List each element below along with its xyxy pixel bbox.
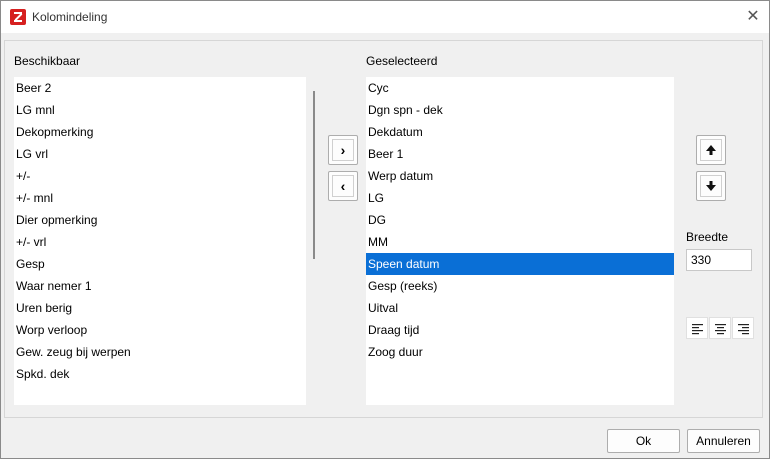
list-item[interactable]: Zoog duur <box>366 341 674 363</box>
list-item[interactable]: Uitval <box>366 297 674 319</box>
list-item-selected[interactable]: Speen datum <box>366 253 674 275</box>
width-input[interactable]: 330 <box>686 249 752 271</box>
list-item[interactable]: Werp datum <box>366 165 674 187</box>
align-right-button[interactable] <box>732 317 754 339</box>
align-center-icon <box>715 324 726 335</box>
cancel-button[interactable]: Annuleren <box>687 429 760 453</box>
arrow-down-icon <box>700 175 722 197</box>
list-item[interactable]: Uren berig <box>14 297 306 319</box>
list-item[interactable]: Waar nemer 1 <box>14 275 306 297</box>
available-label: Beschikbaar <box>14 54 81 68</box>
close-icon[interactable]: ✕ <box>739 5 767 29</box>
dialog-title: Kolomindeling <box>32 10 108 24</box>
list-item[interactable]: Gesp <box>14 253 306 275</box>
list-item[interactable]: Gew. zeug bij werpen <box>14 341 306 363</box>
list-item[interactable]: +/- <box>14 165 306 187</box>
move-up-button[interactable] <box>696 135 726 165</box>
list-item[interactable]: MM <box>366 231 674 253</box>
list-item[interactable]: Beer 2 <box>14 77 306 99</box>
arrow-up-icon <box>700 139 722 161</box>
list-item[interactable]: LG mnl <box>14 99 306 121</box>
list-item[interactable]: LG <box>366 187 674 209</box>
list-item[interactable]: Gesp (reeks) <box>366 275 674 297</box>
list-item[interactable]: LG vrl <box>14 143 306 165</box>
available-list[interactable]: Beer 2 LG mnl Dekopmerking LG vrl +/- +/… <box>14 77 306 405</box>
remove-column-button[interactable]: ‹ <box>328 171 358 201</box>
app-logo-icon <box>10 9 26 25</box>
list-item[interactable]: Worp verloop <box>14 319 306 341</box>
chevron-left-icon: ‹ <box>332 175 354 197</box>
list-item[interactable]: +/- vrl <box>14 231 306 253</box>
list-item[interactable]: Beer 1 <box>366 143 674 165</box>
selected-label: Geselecteerd <box>366 54 438 68</box>
width-label: Breedte <box>686 230 729 244</box>
title-bar: Kolomindeling ✕ <box>1 1 769 33</box>
list-item[interactable]: Cyc <box>366 77 674 99</box>
list-item[interactable]: Dier opmerking <box>14 209 306 231</box>
selected-list[interactable]: Cyc Dgn spn - dek Dekdatum Beer 1 Werp d… <box>366 77 674 405</box>
align-center-button[interactable] <box>709 317 731 339</box>
align-right-icon <box>738 324 749 335</box>
available-scroll-thumb[interactable] <box>313 91 315 259</box>
add-column-button[interactable]: › <box>328 135 358 165</box>
list-item[interactable]: Dgn spn - dek <box>366 99 674 121</box>
list-item[interactable]: Spkd. dek <box>14 363 306 385</box>
align-left-icon <box>692 324 703 335</box>
chevron-right-icon: › <box>332 139 354 161</box>
list-item[interactable]: Dekopmerking <box>14 121 306 143</box>
list-item[interactable]: Draag tijd <box>366 319 674 341</box>
list-item[interactable]: DG <box>366 209 674 231</box>
align-left-button[interactable] <box>686 317 708 339</box>
move-down-button[interactable] <box>696 171 726 201</box>
list-item[interactable]: Dekdatum <box>366 121 674 143</box>
list-item[interactable]: +/- mnl <box>14 187 306 209</box>
ok-button[interactable]: Ok <box>607 429 680 453</box>
dialog-window: Kolomindeling ✕ Beschikbaar Geselecteerd… <box>0 0 770 459</box>
